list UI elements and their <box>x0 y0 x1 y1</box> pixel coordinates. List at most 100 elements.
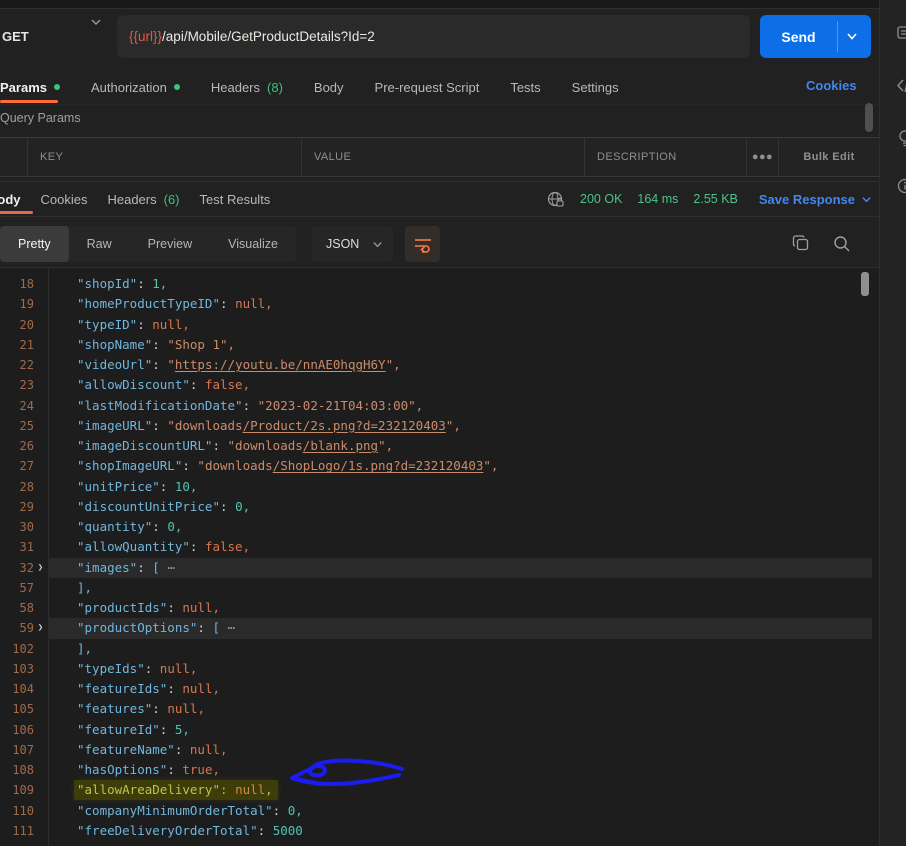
line-number: 31 <box>0 537 34 557</box>
tab-tests[interactable]: Tests <box>510 80 540 95</box>
copy-icon[interactable] <box>791 233 811 253</box>
line-content: "lastModificationDate": "2023-02-21T04:0… <box>47 396 423 416</box>
view-tab-pretty[interactable]: Pretty <box>0 226 69 262</box>
code-line: 103"typeIds": null, <box>0 659 872 679</box>
status-badge[interactable]: 200 OK <box>580 192 622 206</box>
fold-gutter <box>34 639 47 659</box>
fold-gutter <box>34 355 47 375</box>
response-tab-headers[interactable]: Headers (6) <box>107 192 179 207</box>
code-line: 23"allowDiscount": false, <box>0 375 872 395</box>
tab-label: Settings <box>572 80 619 95</box>
fold-gutter <box>34 578 47 598</box>
response-size[interactable]: 2.55 KB <box>693 192 737 206</box>
line-content: "unitPrice": 10, <box>47 477 197 497</box>
view-tab-raw[interactable]: Raw <box>69 226 130 262</box>
line-number: 29 <box>0 497 34 517</box>
response-scrollbar-thumb[interactable] <box>861 272 869 296</box>
line-number: 32 <box>0 558 34 578</box>
fold-gutter <box>34 801 47 821</box>
chevron-down-icon <box>90 16 102 28</box>
code-line: 21"shopName": "Shop 1", <box>0 335 872 355</box>
response-time[interactable]: 164 ms <box>637 192 678 206</box>
line-content: "allowQuantity": false, <box>47 537 250 557</box>
line-content: "hasOptions": true, <box>47 760 220 780</box>
tab-authorization[interactable]: Authorization <box>91 80 180 95</box>
fold-gutter <box>34 517 47 537</box>
fold-gutter <box>34 436 47 456</box>
request-tabs: Params Authorization Headers(8) Body Pre-req… <box>0 72 619 102</box>
line-number: 19 <box>0 294 34 314</box>
save-response-button[interactable]: Save Response <box>759 192 872 207</box>
send-button[interactable]: Send <box>760 15 871 58</box>
cookies-link[interactable]: Cookies <box>806 78 857 93</box>
fold-toggle-icon[interactable]: ❯ <box>34 618 47 638</box>
lightbulb-icon[interactable] <box>897 129 906 148</box>
query-params-header-row: KEY VALUE DESCRIPTION ●●● Bulk Edit <box>0 137 879 177</box>
url-input[interactable]: {{url}}/api/Mobile/GetProductDetails?Id=… <box>117 15 750 58</box>
tab-pre-request-script[interactable]: Pre-request Script <box>375 80 480 95</box>
fold-gutter <box>34 315 47 335</box>
code-line: 105"features": null, <box>0 699 872 719</box>
fold-gutter <box>34 659 47 679</box>
line-content: "imageDiscountURL": "downloads/blank.png… <box>47 436 393 456</box>
line-number: 111 <box>0 821 34 841</box>
code-line: 107"featureName": null, <box>0 740 872 760</box>
bulk-edit-button[interactable]: Bulk Edit <box>779 138 879 176</box>
line-content: "allowAreaDelivery": null, <box>47 780 278 800</box>
line-number: 57 <box>0 578 34 598</box>
send-options-chevron-icon[interactable] <box>845 29 859 43</box>
line-number: 58 <box>0 598 34 618</box>
active-tab-underline <box>0 100 58 103</box>
tab-settings[interactable]: Settings <box>572 80 619 95</box>
tab-badge: (6) <box>164 192 180 207</box>
line-content: "productOptions": [ ⋯ <box>47 618 235 638</box>
comments-icon[interactable] <box>897 25 906 43</box>
fold-gutter <box>34 720 47 740</box>
code-line: 110"companyMinimumOrderTotal": 0, <box>0 801 872 821</box>
response-tab-body[interactable]: Body <box>0 192 21 207</box>
word-wrap-button[interactable] <box>405 226 440 262</box>
fold-toggle-icon[interactable]: ❯ <box>34 558 47 578</box>
line-number: 30 <box>0 517 34 537</box>
fold-gutter <box>34 537 47 557</box>
response-tab-cookies[interactable]: Cookies <box>41 192 88 207</box>
tab-params[interactable]: Params <box>0 80 60 95</box>
column-value: VALUE <box>302 138 585 176</box>
tab-label: Pre-request Script <box>375 80 480 95</box>
fold-gutter <box>34 274 47 294</box>
line-content: ], <box>47 639 92 659</box>
line-number: 24 <box>0 396 34 416</box>
network-globe-icon[interactable] <box>546 190 565 209</box>
format-select[interactable]: JSON <box>312 226 393 262</box>
word-wrap-icon <box>413 235 433 253</box>
line-number: 103 <box>0 659 34 679</box>
line-content: "productIds": null, <box>47 598 220 618</box>
code-icon[interactable] <box>897 77 906 95</box>
response-tabs: Body Cookies Headers (6) Test Results <box>0 185 270 213</box>
more-options-icon[interactable]: ●●● <box>747 138 779 176</box>
column-description: DESCRIPTION <box>585 138 747 176</box>
line-content: "typeID": null, <box>47 315 190 335</box>
search-icon[interactable] <box>832 234 852 254</box>
response-tab-test-results[interactable]: Test Results <box>200 192 271 207</box>
divider <box>0 216 879 217</box>
code-line: 28 "unitPrice": 10, <box>0 477 872 497</box>
divider <box>0 104 879 105</box>
empty-param-row[interactable] <box>0 175 879 182</box>
tab-headers[interactable]: Headers(8) <box>211 80 283 95</box>
fold-gutter <box>34 396 47 416</box>
line-number: 28 <box>0 477 34 497</box>
line-number: 26 <box>0 436 34 456</box>
line-content: "featureIds": null, <box>47 679 220 699</box>
line-number: 110 <box>0 801 34 821</box>
code-line: 20"typeID": null, <box>0 315 872 335</box>
tab-body[interactable]: Body <box>314 80 344 95</box>
view-tab-visualize[interactable]: Visualize <box>210 226 296 262</box>
info-circle-icon[interactable] <box>897 177 906 195</box>
request-scrollbar-thumb[interactable] <box>865 103 873 132</box>
tab-label: Authorization <box>91 80 167 95</box>
view-tab-preview[interactable]: Preview <box>130 226 210 262</box>
code-line: 111"freeDeliveryOrderTotal": 5000 <box>0 821 872 841</box>
fold-gutter <box>34 477 47 497</box>
tab-label: Headers <box>107 192 156 207</box>
